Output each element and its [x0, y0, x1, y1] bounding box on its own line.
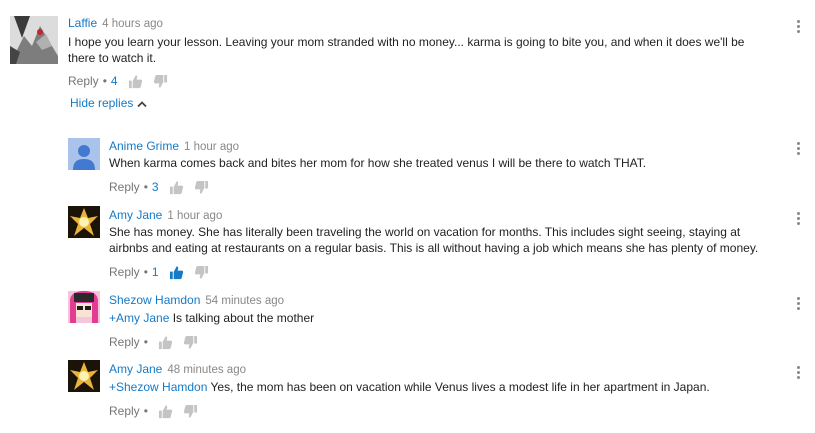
comment-text: I hope you learn your lesson. Leaving yo… [68, 35, 745, 65]
comment-author[interactable]: Laffie [68, 16, 97, 30]
reply-author[interactable]: Anime Grime [109, 139, 179, 153]
reply-item: Amy Jane 1 hour ago She has money. She ha… [0, 206, 815, 282]
avatar[interactable] [68, 360, 100, 392]
mention-link[interactable]: +Shezow Hamdon [109, 380, 207, 394]
separator-dot: • [143, 335, 148, 349]
more-vert-icon[interactable] [795, 366, 801, 382]
reply-text: +Shezow Hamdon Yes, the mom has been on … [109, 379, 789, 395]
more-vert-icon[interactable] [795, 212, 801, 228]
reply-timestamp[interactable]: 48 minutes ago [167, 364, 246, 376]
separator-dot: • [143, 404, 148, 418]
like-count: 4 [110, 74, 118, 88]
reply-text: +Amy Jane Is talking about the mother [109, 310, 789, 326]
like-count: 1 [151, 265, 159, 279]
like-count: 3 [151, 180, 159, 194]
thumbs-down-icon[interactable] [183, 335, 198, 350]
reply-body: She has money. She has literally been tr… [109, 225, 759, 255]
reply-button[interactable]: Reply [68, 73, 99, 89]
avatar[interactable] [68, 291, 100, 323]
reply-timestamp[interactable]: 1 hour ago [167, 210, 222, 222]
reply-button[interactable]: Reply [109, 403, 140, 419]
reply-item: Shezow Hamdon 54 minutes ago +Amy Jane Is… [0, 291, 815, 351]
reply-author[interactable]: Amy Jane [109, 208, 162, 222]
thumbs-down-icon[interactable] [183, 404, 198, 419]
more-vert-icon[interactable] [795, 20, 801, 36]
more-vert-icon[interactable] [795, 142, 801, 158]
reply-timestamp[interactable]: 54 minutes ago [205, 295, 284, 307]
reply-body: Is talking about the mother [172, 311, 315, 325]
thumbs-up-icon[interactable] [169, 265, 184, 280]
hide-replies-label: Hide replies [70, 96, 134, 110]
reply-author[interactable]: Shezow Hamdon [109, 293, 200, 307]
reply-author[interactable]: Amy Jane [109, 362, 162, 376]
mention-link[interactable]: +Amy Jane [109, 311, 169, 325]
reply-text: She has money. She has literally been tr… [109, 224, 779, 256]
thumbs-down-icon[interactable] [194, 180, 209, 195]
reply-button[interactable]: Reply [109, 334, 140, 350]
separator-dot: • [143, 180, 148, 194]
thumbs-down-icon[interactable] [194, 265, 209, 280]
reply-button[interactable]: Reply [109, 179, 140, 195]
comment-actions: Reply • 4 [68, 73, 178, 89]
reply-actions: Reply • 3 [109, 179, 219, 195]
reply-body: Yes, the mom has been on vacation while … [210, 380, 710, 394]
avatar[interactable] [68, 206, 100, 238]
reply-timestamp[interactable]: 1 hour ago [184, 141, 239, 153]
comment-timestamp[interactable]: 4 hours ago [102, 18, 163, 30]
reply-text: When karma comes back and bites her mom … [109, 155, 789, 171]
reply-body: When karma comes back and bites her mom … [109, 156, 647, 170]
reply-actions: Reply • [109, 334, 208, 350]
thumbs-up-icon[interactable] [169, 180, 184, 195]
thumbs-up-icon[interactable] [158, 335, 173, 350]
hide-replies-button[interactable]: Hide replies [70, 96, 148, 110]
avatar[interactable] [68, 138, 100, 170]
comment-thread: Laffie 4 hours ago I hope you learn your … [0, 0, 815, 96]
more-vert-icon[interactable] [795, 297, 801, 313]
reply-actions: Reply • 1 [109, 264, 219, 280]
separator-dot: • [102, 74, 107, 88]
separator-dot: • [143, 265, 148, 279]
chevron-up-icon [137, 101, 148, 107]
reply-button[interactable]: Reply [109, 264, 140, 280]
avatar[interactable] [10, 16, 58, 64]
reply-actions: Reply • [109, 403, 208, 419]
reply-item: Amy Jane 48 minutes ago +Shezow Hamdon Ye… [0, 360, 815, 420]
thumbs-up-icon[interactable] [158, 404, 173, 419]
thumbs-up-icon[interactable] [128, 74, 143, 89]
reply-item: Anime Grime 1 hour ago When karma comes b… [0, 136, 815, 196]
thumbs-down-icon[interactable] [153, 74, 168, 89]
